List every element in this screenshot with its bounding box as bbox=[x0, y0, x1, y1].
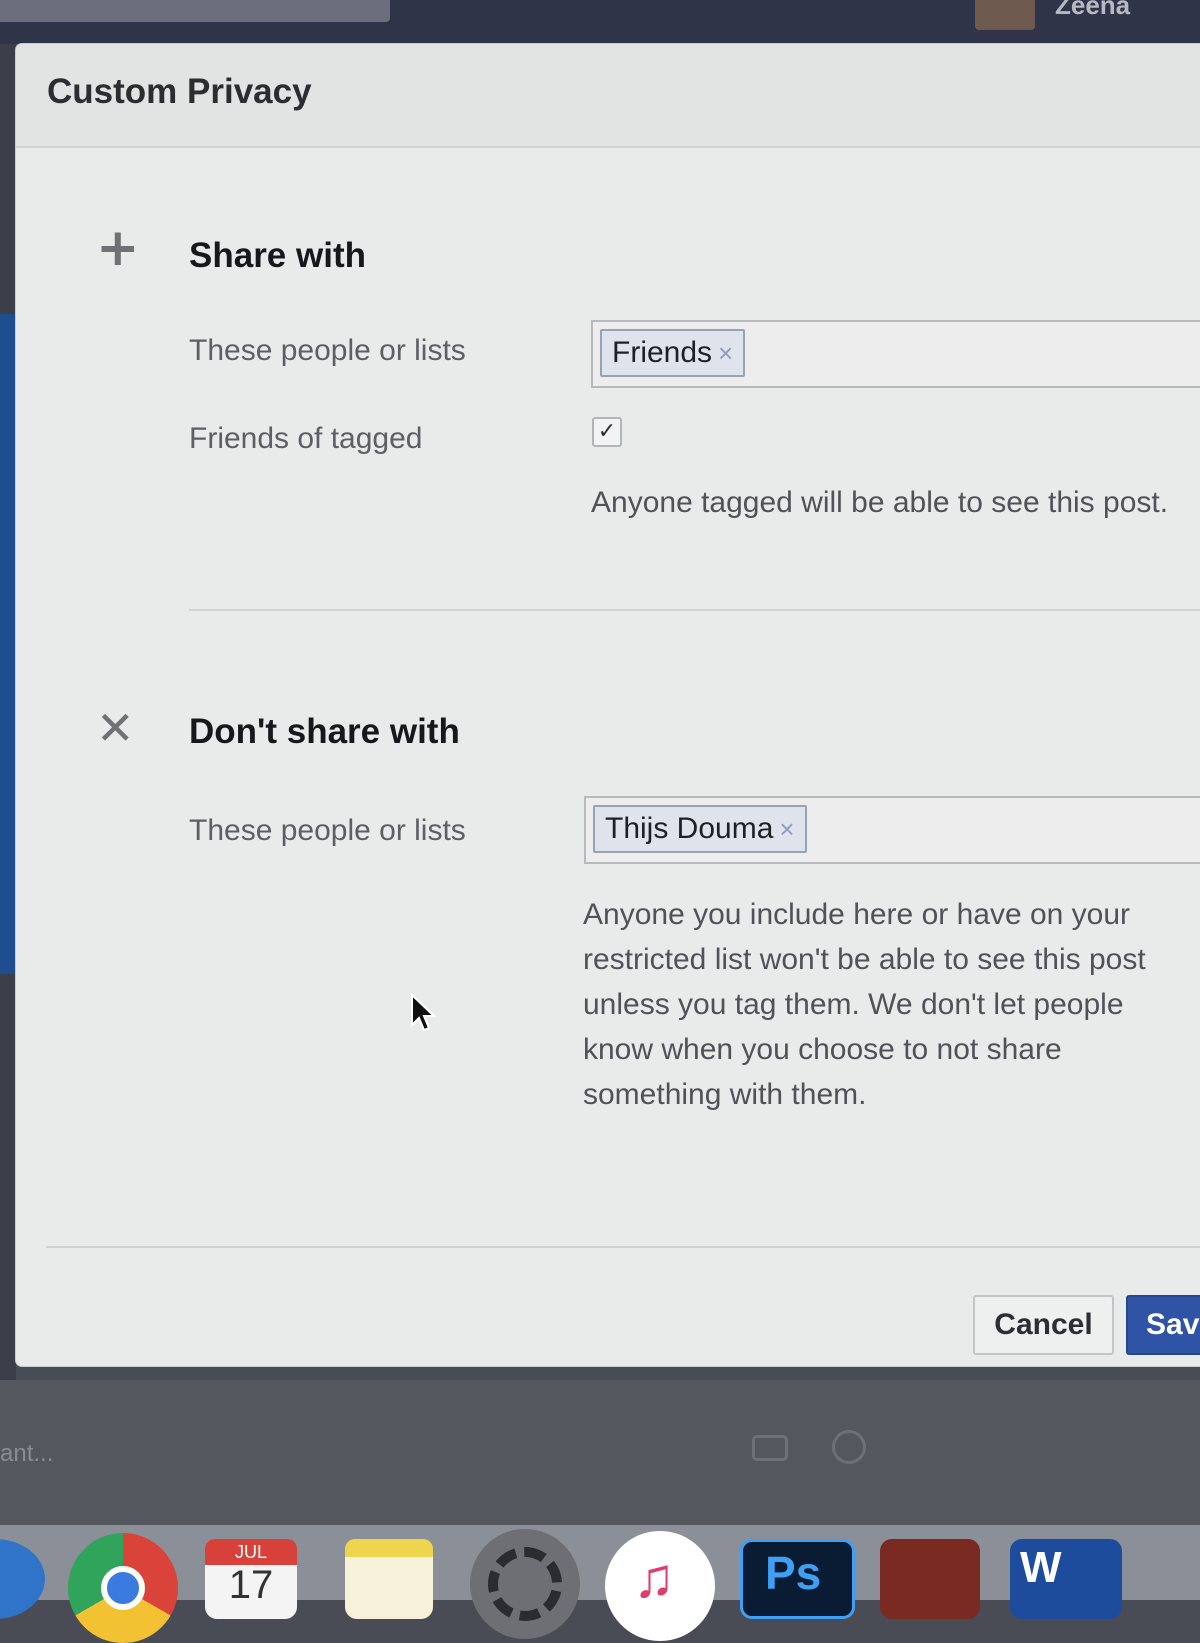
thijs-douma-token-label: Thijs Douma bbox=[605, 812, 774, 845]
dont-share-help-text: Anyone you include here or have on your … bbox=[583, 898, 1146, 1111]
chrome-icon[interactable] bbox=[68, 1533, 178, 1643]
remove-token-icon[interactable]: × bbox=[718, 338, 733, 368]
dont-share-people-label: These people or lists bbox=[189, 814, 466, 847]
background-composer: ant... bbox=[0, 1380, 1200, 1530]
share-with-heading: Share with bbox=[189, 236, 366, 275]
background-search-strip bbox=[0, 0, 390, 22]
thijs-douma-token[interactable]: Thijs Douma × bbox=[593, 805, 807, 853]
user-name[interactable]: Zeena bbox=[1055, 0, 1130, 21]
user-avatar[interactable] bbox=[975, 0, 1035, 30]
calendar-day: 17 bbox=[228, 1563, 274, 1607]
save-button[interactable]: Save bbox=[1126, 1295, 1200, 1355]
share-people-label: These people or lists bbox=[189, 334, 466, 367]
photoshop-icon[interactable]: Ps bbox=[740, 1539, 855, 1619]
calendar-icon[interactable]: JUL 17 bbox=[205, 1539, 297, 1619]
friends-token[interactable]: Friends × bbox=[600, 329, 746, 377]
calendar-month: JUL bbox=[205, 1539, 297, 1565]
photo-booth-icon[interactable] bbox=[880, 1539, 980, 1619]
background-left-strip bbox=[0, 44, 16, 1524]
notes-icon[interactable] bbox=[345, 1539, 433, 1619]
section-divider bbox=[189, 609, 1200, 611]
background-blue-panel bbox=[0, 314, 16, 974]
system-preferences-icon[interactable] bbox=[470, 1529, 580, 1639]
share-people-input[interactable]: Friends × bbox=[591, 320, 1200, 388]
dialog-header: Custom Privacy bbox=[16, 44, 1200, 148]
friends-of-tagged-label: Friends of tagged bbox=[189, 422, 423, 455]
share-help-text: Anyone tagged will be able to see this p… bbox=[591, 486, 1169, 519]
background-topbar: Zeena bbox=[0, 0, 1200, 44]
photoshop-label: Ps bbox=[765, 1547, 822, 1599]
custom-privacy-dialog: Custom Privacy + Share with These people… bbox=[16, 44, 1200, 1366]
cancel-button[interactable]: Cancel bbox=[973, 1295, 1114, 1355]
plus-icon: + bbox=[96, 218, 140, 278]
word-label: W bbox=[1020, 1543, 1062, 1592]
camera-icon[interactable] bbox=[752, 1435, 788, 1461]
dont-share-people-input[interactable]: Thijs Douma × bbox=[584, 796, 1200, 864]
itunes-icon[interactable] bbox=[605, 1531, 715, 1641]
friends-of-tagged-checkbox[interactable]: ✓ bbox=[592, 417, 622, 447]
emoji-icon[interactable] bbox=[832, 1430, 866, 1464]
x-icon: ✕ bbox=[96, 701, 135, 755]
composer-hint: ant... bbox=[0, 1440, 54, 1467]
word-icon[interactable]: W bbox=[1010, 1539, 1122, 1619]
dock: JUL 17 Ps W bbox=[0, 1525, 1200, 1643]
safari-icon[interactable] bbox=[0, 1539, 45, 1619]
footer-divider bbox=[46, 1246, 1200, 1248]
remove-token-icon[interactable]: × bbox=[779, 814, 794, 844]
friends-token-label: Friends bbox=[612, 336, 713, 369]
dont-share-with-heading: Don't share with bbox=[189, 712, 460, 751]
dialog-title: Custom Privacy bbox=[47, 72, 312, 111]
